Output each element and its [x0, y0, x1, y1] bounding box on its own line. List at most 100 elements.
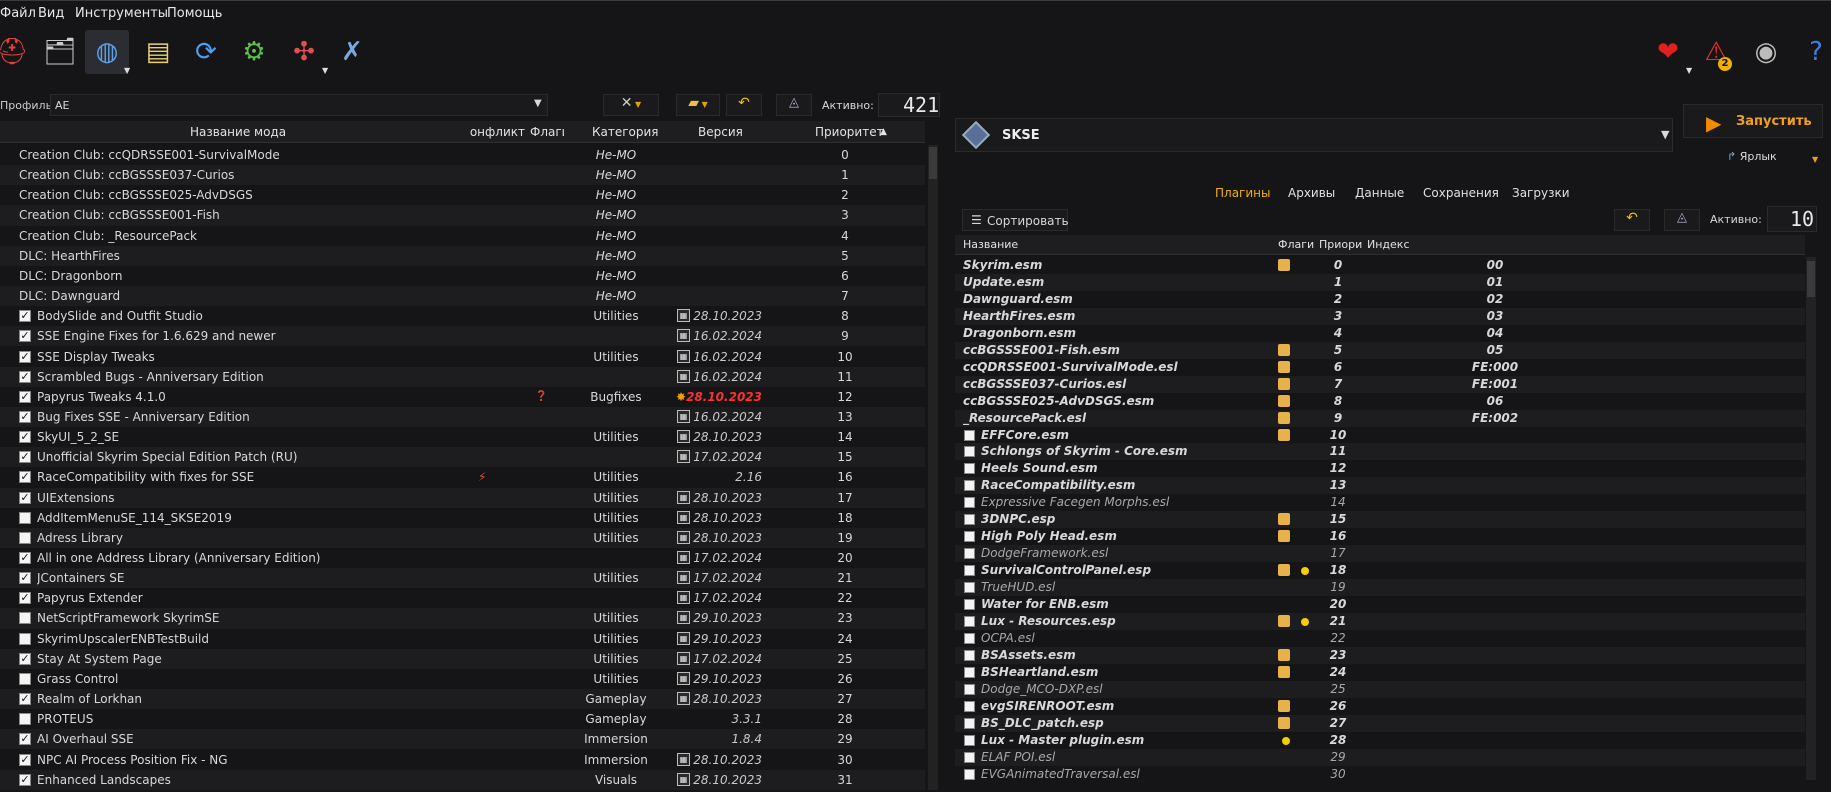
table-row[interactable]: ✓ BodySlide and Outfit Studio Utilities ▦ 28…: [0, 306, 925, 326]
undo-icon[interactable]: ↶: [1614, 209, 1650, 231]
plugin-row[interactable]: HearthFires.esm 3 03: [955, 307, 1805, 325]
table-row[interactable]: ✓ Scrambled Bugs - Anniversary Edition ▦ 16…: [0, 366, 925, 387]
plugin-enabled-checkbox[interactable]: [964, 615, 975, 627]
tab-archives[interactable]: Архивы: [1288, 186, 1335, 200]
plugin-enabled-checkbox[interactable]: [964, 632, 975, 644]
chevron-down-icon[interactable]: ▼: [322, 66, 328, 75]
scroll-thumb[interactable]: [929, 147, 937, 179]
mod-enabled-checkbox[interactable]: ✓: [19, 632, 31, 645]
col-plugin-flags[interactable]: Флаги: [1278, 238, 1314, 251]
plugin-row[interactable]: Lux - Master plugin.esm 28: [955, 732, 1805, 749]
menu-tools[interactable]: Инструменты: [75, 6, 168, 21]
plugin-row[interactable]: EVGAnimatedTraversal.esl 30: [955, 766, 1805, 780]
shortcut-button[interactable]: ↱ Ярлык: [1727, 150, 1777, 163]
plugin-enabled-checkbox[interactable]: [964, 582, 975, 594]
col-category[interactable]: Категория: [592, 125, 659, 139]
table-row[interactable]: ✓ Papyrus Tweaks 4.1.0 ❓ Bugfixes ✸ 28.10.202…: [0, 387, 925, 407]
help-icon[interactable]: ?: [1794, 30, 1831, 74]
puzzle-icon[interactable]: ✣: [282, 30, 326, 74]
settings-icon[interactable]: ⚙: [232, 30, 276, 74]
executable-select[interactable]: SKSE ▼: [955, 118, 1673, 152]
plugin-enabled-checkbox[interactable]: [964, 514, 975, 526]
plugin-row[interactable]: ELAF POI.esl 29: [955, 748, 1805, 766]
table-row[interactable]: DLC: Dragonborn Не-MO 6: [0, 266, 925, 286]
mod-enabled-checkbox[interactable]: ✓: [19, 552, 31, 564]
mod-enabled-checkbox[interactable]: ✓: [19, 410, 31, 423]
plugin-row[interactable]: Dodge_MCO-DXP.esl 25: [955, 680, 1805, 698]
sort-button[interactable]: ☰ Сортировать: [962, 209, 1069, 231]
menu-view[interactable]: Вид: [38, 6, 64, 21]
plugin-enabled-checkbox[interactable]: [964, 768, 975, 780]
mod-enabled-checkbox[interactable]: ✓: [19, 592, 31, 605]
table-row[interactable]: ✓NetScriptFramework SkyrimSEUtilities▦29…: [0, 608, 925, 629]
table-row[interactable]: ✓ AI Overhaul SSE Immersion 1.8.4 29: [0, 729, 925, 750]
table-row[interactable]: DLC: Dawnguard Не-MO 7: [0, 286, 925, 307]
mod-enabled-checkbox[interactable]: ✓: [19, 693, 31, 706]
plugin-row[interactable]: Heels Sound.esm 12: [955, 460, 1805, 477]
table-row[interactable]: Creation Club: ccBGSSSE037-Curios Не-MO 1: [0, 165, 925, 186]
nexus-id-icon[interactable]: ▤: [136, 30, 180, 74]
table-row[interactable]: ✓ Bug Fixes SSE - Anniversary Edition ▦ 16.…: [0, 406, 925, 428]
mod-enabled-checkbox[interactable]: ✓: [19, 612, 31, 625]
col-version[interactable]: Версия: [698, 125, 743, 139]
mod-enabled-checkbox[interactable]: ✓: [19, 491, 31, 504]
plugin-row[interactable]: Schlongs of Skyrim - Core.esm 11: [955, 443, 1805, 461]
plugin-enabled-checkbox[interactable]: [964, 497, 975, 509]
plugin-row[interactable]: ccBGSSSE025-AdvDSGS.esm 8 06: [955, 393, 1805, 410]
plugin-enabled-checkbox[interactable]: [964, 666, 975, 678]
plugin-row[interactable]: ccQDRSSE001-SurvivalMode.esl 6 FE:000: [955, 359, 1805, 376]
mod-enabled-checkbox[interactable]: ✓: [19, 531, 31, 544]
menu-help[interactable]: Помощь: [167, 6, 222, 21]
tab-downloads[interactable]: Загрузки: [1512, 186, 1570, 200]
menu-file[interactable]: Файл: [0, 6, 36, 21]
plugin-enabled-checkbox[interactable]: [964, 599, 975, 610]
refresh-icon[interactable]: ⟳: [184, 30, 228, 74]
plugin-enabled-checkbox[interactable]: [964, 429, 975, 441]
profiles-icon[interactable]: ⛑: [0, 30, 34, 74]
profile-select[interactable]: AE ▼: [50, 94, 548, 116]
col-flags[interactable]: Флаги: [530, 125, 564, 139]
mod-enabled-checkbox[interactable]: ✓: [19, 511, 31, 524]
plugin-enabled-checkbox[interactable]: [964, 531, 975, 543]
run-button[interactable]: ▶ Запустить: [1683, 104, 1823, 138]
plugin-enabled-checkbox[interactable]: [964, 548, 975, 560]
tools-dropdown[interactable]: ✕ ▼: [603, 94, 659, 116]
plugin-enabled-checkbox[interactable]: [964, 480, 975, 492]
plugin-row[interactable]: Expressive Facegen Morphs.esl 14: [955, 494, 1805, 511]
plugin-row[interactable]: Lux - Resources.esp 21: [955, 612, 1805, 630]
plugin-row[interactable]: Dawnguard.esm 2 02: [955, 291, 1805, 308]
plugin-enabled-checkbox[interactable]: [964, 683, 975, 695]
table-row[interactable]: Creation Club: ccBGSSSE001-Fish Не-MO 3: [0, 205, 925, 226]
plugin-row[interactable]: Dragonborn.esm 4 04: [955, 325, 1805, 342]
table-row[interactable]: Creation Club: ccQDRSSE001-SurvivalMode Н…: [0, 145, 925, 165]
table-row[interactable]: Creation Club: ccBGSSSE025-AdvDSGS Не-MO 2: [0, 185, 925, 205]
plugin-row[interactable]: ccBGSSSE037-Curios.esl 7 FE:001: [955, 375, 1805, 393]
plugin-row[interactable]: TrueHUD.esl 19: [955, 579, 1805, 597]
col-plugin-priority[interactable]: Приори: [1319, 238, 1362, 251]
tab-data[interactable]: Данные: [1355, 186, 1404, 200]
chevron-down-icon[interactable]: ▼: [1812, 155, 1818, 164]
update-icon[interactable]: ◉: [1744, 30, 1788, 74]
mod-enabled-checkbox[interactable]: ✓: [19, 713, 31, 726]
plugin-row[interactable]: SurvivalControlPanel.esp 18: [955, 562, 1805, 579]
col-plugin-name[interactable]: Название: [963, 238, 1018, 251]
mod-enabled-checkbox[interactable]: ✓: [19, 390, 31, 403]
tools-icon[interactable]: ✗: [330, 30, 374, 74]
archive-icon[interactable]: 🗂: [38, 30, 82, 74]
mod-enabled-checkbox[interactable]: ✓: [19, 451, 31, 464]
chevron-down-icon[interactable]: ▼: [124, 66, 130, 75]
mod-enabled-checkbox[interactable]: ✓: [19, 753, 31, 766]
chevron-down-icon[interactable]: ▼: [1686, 66, 1692, 75]
mod-enabled-checkbox[interactable]: ✓: [19, 310, 31, 323]
plugin-row[interactable]: 3DNPC.esp 15: [955, 511, 1805, 529]
mod-enabled-checkbox[interactable]: ✓: [19, 652, 31, 665]
plugin-enabled-checkbox[interactable]: [964, 717, 975, 729]
undo-icon[interactable]: ↶: [726, 94, 762, 116]
plugin-row[interactable]: DodgeFramework.esl 17: [955, 545, 1805, 563]
plugin-enabled-checkbox[interactable]: [964, 446, 975, 458]
plugin-row[interactable]: Update.esm 1 01: [955, 273, 1805, 291]
mods-scrollbar[interactable]: [928, 145, 938, 790]
mod-enabled-checkbox[interactable]: ✓: [19, 350, 31, 363]
plugin-row[interactable]: ccBGSSSE001-Fish.esm 5 05: [955, 341, 1805, 359]
table-row[interactable]: ✓ SSE Display Tweaks Utilities ▦ 16.02.2024 1…: [0, 347, 925, 367]
